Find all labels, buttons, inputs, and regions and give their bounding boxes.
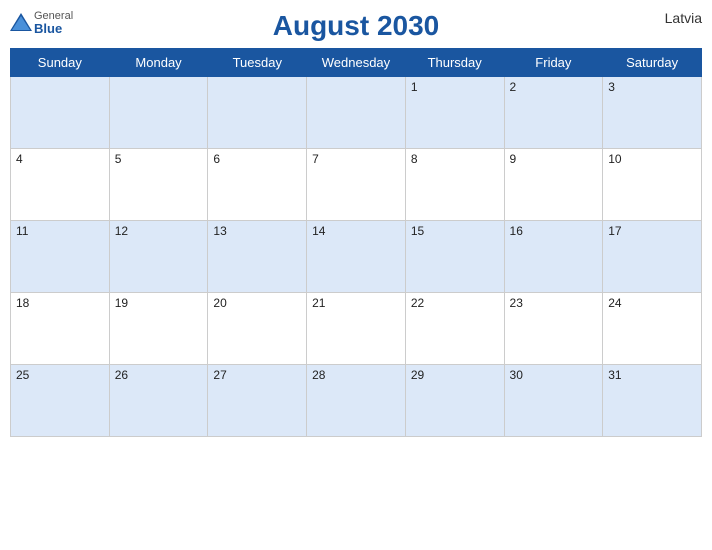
day-number: 14 [312,224,400,238]
day-number: 22 [411,296,499,310]
calendar-cell: 5 [109,149,208,221]
col-friday: Friday [504,49,603,77]
calendar-cell [11,77,110,149]
calendar-cell: 18 [11,293,110,365]
day-number: 28 [312,368,400,382]
col-sunday: Sunday [11,49,110,77]
calendar-cell: 28 [307,365,406,437]
day-number: 2 [510,80,598,94]
calendar-cell: 25 [11,365,110,437]
calendar-cell: 16 [504,221,603,293]
calendar-cell: 12 [109,221,208,293]
day-number: 31 [608,368,696,382]
week-row-0: 123 [11,77,702,149]
day-number: 20 [213,296,301,310]
calendar-cell: 26 [109,365,208,437]
calendar-cell [109,77,208,149]
day-number: 15 [411,224,499,238]
day-number: 25 [16,368,104,382]
calendar-cell: 3 [603,77,702,149]
col-tuesday: Tuesday [208,49,307,77]
calendar-cell: 21 [307,293,406,365]
calendar-cell: 29 [405,365,504,437]
day-number: 21 [312,296,400,310]
calendar-cell: 20 [208,293,307,365]
calendar-cell: 30 [504,365,603,437]
day-number: 4 [16,152,104,166]
calendar-cell: 27 [208,365,307,437]
calendar-cell: 8 [405,149,504,221]
calendar-cell: 7 [307,149,406,221]
calendar-body: 1234567891011121314151617181920212223242… [11,77,702,437]
week-row-4: 25 26 27 28 29 30 31 [11,365,702,437]
calendar-cell: 24 [603,293,702,365]
day-number: 12 [115,224,203,238]
week-row-3: 18 19 20 21 22 23 24 [11,293,702,365]
calendar-cell: 9 [504,149,603,221]
day-number: 16 [510,224,598,238]
day-number: 7 [312,152,400,166]
day-number: 30 [510,368,598,382]
calendar-table: Sunday Monday Tuesday Wednesday Thursday… [10,48,702,437]
calendar-cell [208,77,307,149]
week-row-1: 456789 10 [11,149,702,221]
day-number: 3 [608,80,696,94]
day-number: 11 [16,224,104,238]
day-number: 23 [510,296,598,310]
day-number: 13 [213,224,301,238]
day-number: 9 [510,152,598,166]
calendar-cell: 23 [504,293,603,365]
calendar-cell: 10 [603,149,702,221]
country-label: Latvia [665,10,702,26]
calendar-cell: 31 [603,365,702,437]
day-number: 18 [16,296,104,310]
calendar-cell: 15 [405,221,504,293]
logo-area: General Blue [10,10,73,36]
col-saturday: Saturday [603,49,702,77]
weekday-header-row: Sunday Monday Tuesday Wednesday Thursday… [11,49,702,77]
calendar-cell: 1 [405,77,504,149]
col-wednesday: Wednesday [307,49,406,77]
calendar-cell: 19 [109,293,208,365]
calendar-cell: 14 [307,221,406,293]
logo-blue-text: Blue [34,22,73,36]
col-monday: Monday [109,49,208,77]
calendar-container: General Blue August 2030 Latvia Sunday M… [0,0,712,550]
calendar-cell: 13 [208,221,307,293]
logo-icon [10,13,32,31]
calendar-cell: 11 [11,221,110,293]
calendar-header: General Blue August 2030 Latvia [10,10,702,42]
day-number: 26 [115,368,203,382]
day-number: 24 [608,296,696,310]
calendar-cell: 6 [208,149,307,221]
calendar-cell: 22 [405,293,504,365]
calendar-title: August 2030 [273,10,440,42]
day-number: 29 [411,368,499,382]
calendar-cell: 4 [11,149,110,221]
calendar-cell: 17 [603,221,702,293]
day-number: 5 [115,152,203,166]
day-number: 27 [213,368,301,382]
day-number: 8 [411,152,499,166]
calendar-cell: 2 [504,77,603,149]
day-number: 6 [213,152,301,166]
day-number: 19 [115,296,203,310]
day-number: 1 [411,80,499,94]
week-row-2: 11 12 13 14 15 16 17 [11,221,702,293]
day-number: 10 [608,152,696,166]
day-number: 17 [608,224,696,238]
calendar-cell [307,77,406,149]
col-thursday: Thursday [405,49,504,77]
